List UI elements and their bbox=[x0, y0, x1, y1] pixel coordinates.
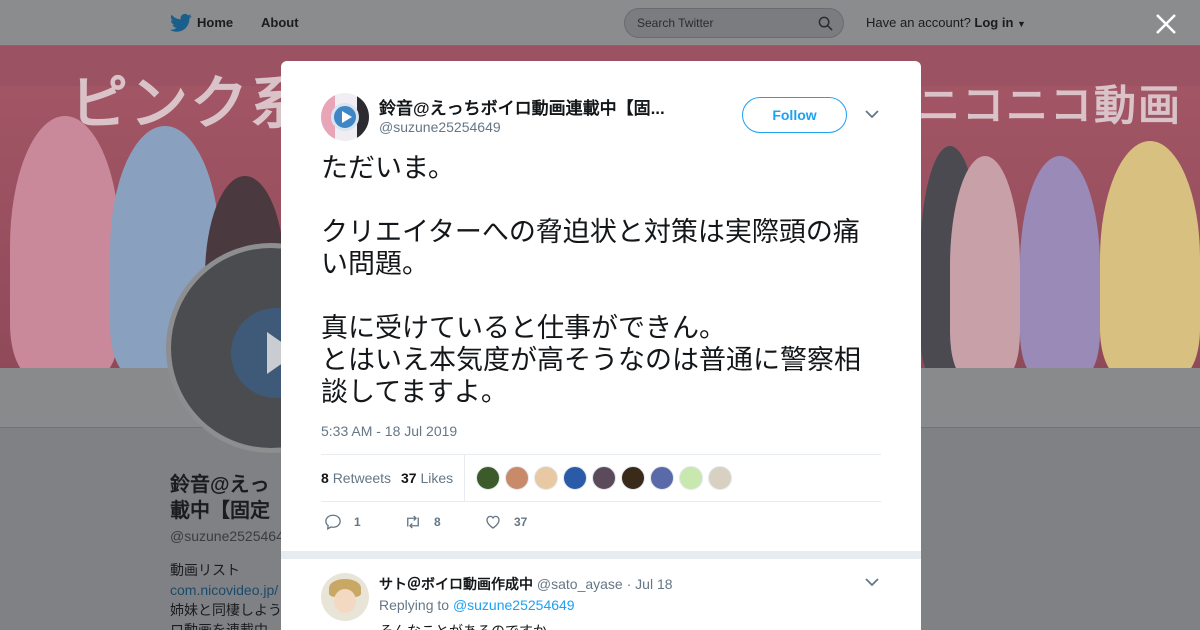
banner-character bbox=[950, 156, 1020, 368]
reply-tweet[interactable]: サト＠ボイロ動画作成中 @sato_ayase · Jul 18 Replyin… bbox=[281, 559, 921, 630]
banner-right-text: ニコニコ動画 bbox=[918, 82, 1183, 129]
profile-bio-line: 姉妹と同棲しよう bbox=[170, 602, 282, 618]
liker-avatar[interactable] bbox=[621, 466, 645, 490]
reply-text: そんなことがあるのですか bbox=[379, 621, 547, 630]
liker-avatar[interactable] bbox=[592, 466, 616, 490]
banner-character bbox=[10, 116, 120, 368]
reply-icon bbox=[325, 514, 341, 530]
profile-sidebar: 鈴音@えっ 載中【固定 @suzune25254649 動画リスト com.ni… bbox=[170, 472, 292, 630]
profile-handle: @suzune25254649 bbox=[170, 528, 292, 544]
replying-to-label: Replying to bbox=[379, 597, 450, 613]
liker-avatar[interactable] bbox=[534, 466, 558, 490]
reply-author-line: サト＠ボイロ動画作成中 @sato_ayase · Jul 18 bbox=[379, 574, 673, 594]
reply-author-avatar[interactable] bbox=[321, 573, 369, 621]
likes-label: Likes bbox=[420, 470, 454, 486]
profile-bio-line: ロ動画を連載中 bbox=[170, 622, 268, 630]
retweet-icon bbox=[407, 515, 419, 529]
liker-avatar[interactable] bbox=[563, 466, 587, 490]
nav-about-link[interactable]: About bbox=[261, 15, 299, 30]
close-icon[interactable] bbox=[1154, 12, 1178, 36]
retweet-count: 8 bbox=[434, 515, 441, 529]
reply-author-name[interactable]: サト＠ボイロ動画作成中 bbox=[379, 576, 533, 592]
retweets-count: 8 bbox=[321, 470, 329, 486]
profile-name-line2: 載中【固定 bbox=[170, 500, 270, 522]
heart-icon bbox=[486, 515, 500, 529]
avatar-face bbox=[334, 589, 356, 613]
tweet-author-avatar[interactable] bbox=[321, 93, 369, 141]
reply-count: 1 bbox=[354, 515, 361, 529]
banner-character bbox=[1100, 141, 1200, 368]
tweet-text: ただいま。 クリエイターへの脅迫状と対策は実際頭の痛い問題。 真に受けていると仕… bbox=[321, 153, 861, 408]
tweet-author-handle[interactable]: @suzune25254649 bbox=[379, 119, 501, 135]
nav-home-link[interactable]: Home bbox=[197, 15, 233, 30]
account-prompt-text: Have an account? bbox=[866, 15, 971, 30]
likes-count: 37 bbox=[401, 470, 417, 486]
tweet-stats: 8 Retweets 37 Likes bbox=[321, 454, 881, 502]
chevron-down-icon[interactable] bbox=[865, 577, 879, 587]
replying-to-handle[interactable]: @suzune25254649 bbox=[453, 597, 575, 613]
stats-divider bbox=[464, 455, 465, 502]
replying-to: Replying to @suzune25254649 bbox=[379, 597, 575, 613]
search-input[interactable]: Search Twitter bbox=[624, 8, 844, 38]
tweet-author-name[interactable]: 鈴音@えっちボイロ動画連載中【固... bbox=[379, 94, 699, 119]
login-link[interactable]: Log in bbox=[974, 15, 1013, 30]
account-prompt: Have an account? Log in ▼ bbox=[866, 15, 1026, 30]
like-count: 37 bbox=[514, 515, 528, 529]
twitter-bird-icon[interactable] bbox=[170, 13, 192, 33]
liker-avatar[interactable] bbox=[679, 466, 703, 490]
search-icon[interactable] bbox=[818, 16, 833, 31]
liker-avatar[interactable] bbox=[476, 466, 500, 490]
top-navigation: Home About Search Twitter Have an accoun… bbox=[0, 0, 1200, 46]
search-placeholder: Search Twitter bbox=[637, 16, 714, 30]
tweet-actions: 1 8 37 bbox=[321, 511, 881, 535]
reply-author-handle[interactable]: @sato_ayase bbox=[537, 576, 623, 592]
play-icon bbox=[331, 103, 359, 131]
retweets-label: Retweets bbox=[332, 470, 392, 486]
banner-character bbox=[1020, 156, 1100, 368]
liker-avatar[interactable] bbox=[708, 466, 732, 490]
retweets-stat[interactable]: 8 Retweets bbox=[321, 470, 391, 486]
liker-avatar[interactable] bbox=[650, 466, 674, 490]
profile-name-line1: 鈴音@えっ bbox=[170, 474, 270, 496]
follow-button[interactable]: Follow bbox=[742, 97, 847, 133]
profile-bio-line: 動画リスト bbox=[170, 562, 240, 578]
profile-bio-link[interactable]: com.nicovideo.jp/ bbox=[170, 580, 290, 600]
chevron-down-icon[interactable]: ▼ bbox=[1017, 19, 1026, 29]
likes-stat[interactable]: 37 Likes bbox=[401, 470, 453, 486]
reply-date[interactable]: · Jul 18 bbox=[627, 576, 673, 592]
tweet-modal: 鈴音@えっちボイロ動画連載中【固... @suzune25254649 Foll… bbox=[281, 61, 921, 630]
tweet-timestamp[interactable]: 5:33 AM - 18 Jul 2019 bbox=[321, 423, 457, 439]
chevron-down-icon[interactable] bbox=[865, 109, 879, 119]
banner-left-text: ピンク系 bbox=[70, 71, 311, 136]
liker-avatar[interactable] bbox=[505, 466, 529, 490]
section-divider bbox=[281, 551, 921, 559]
